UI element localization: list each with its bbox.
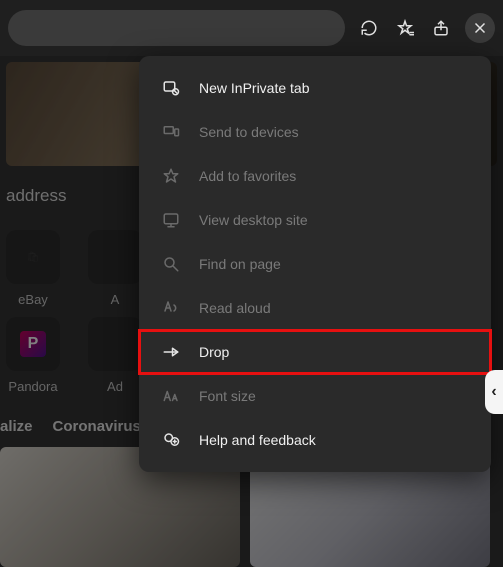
menu-item-label: View desktop site xyxy=(199,212,308,228)
favorites-list-icon[interactable] xyxy=(393,16,417,40)
drop-icon xyxy=(161,342,181,362)
menu-item-read-aloud: Read aloud xyxy=(139,286,491,330)
tile-pandora[interactable]: P Pandora xyxy=(6,317,60,394)
help-icon xyxy=(161,430,181,450)
menu-item-desktop-site: View desktop site xyxy=(139,198,491,242)
tile-label: Ad xyxy=(107,379,123,394)
add-fav-icon xyxy=(161,166,181,186)
menu-item-label: New InPrivate tab xyxy=(199,80,310,96)
refresh-icon[interactable] xyxy=(357,16,381,40)
menu-item-new-inprivate[interactable]: New InPrivate tab xyxy=(139,66,491,110)
menu-item-drop[interactable]: Drop xyxy=(139,330,491,374)
tile-label: eBay xyxy=(18,292,48,307)
address-bar[interactable] xyxy=(8,10,345,46)
desktop-site-icon xyxy=(161,210,181,230)
top-toolbar xyxy=(0,0,503,56)
font-size-icon xyxy=(161,386,181,406)
side-handle[interactable]: ‹ xyxy=(485,370,503,414)
read-aloud-icon xyxy=(161,298,181,318)
tile-label: A xyxy=(111,292,120,307)
menu-item-label: Send to devices xyxy=(199,124,299,140)
menu-item-send-devices: Send to devices xyxy=(139,110,491,154)
share-icon[interactable] xyxy=(429,16,453,40)
menu-item-label: Add to favorites xyxy=(199,168,296,184)
tile-ebay[interactable]: 🛍 eBay xyxy=(6,230,60,307)
overflow-menu: New InPrivate tab Send to devices Add to f… xyxy=(139,56,491,472)
menu-item-label: Read aloud xyxy=(199,300,271,316)
tile-generic2[interactable]: Ad xyxy=(88,317,142,394)
find-page-icon xyxy=(161,254,181,274)
menu-item-font-size: Font size xyxy=(139,374,491,418)
topic-item[interactable]: Coronavirus xyxy=(53,418,141,435)
tile-label: Pandora xyxy=(8,379,57,394)
menu-item-label: Find on page xyxy=(199,256,281,272)
menu-item-label: Font size xyxy=(199,388,256,404)
tile-generic[interactable]: A xyxy=(88,230,142,307)
close-icon[interactable] xyxy=(465,13,495,43)
menu-item-help[interactable]: Help and feedback xyxy=(139,418,491,462)
pandora-icon: P xyxy=(20,331,46,357)
new-inprivate-icon xyxy=(161,78,181,98)
menu-item-add-fav: Add to favorites xyxy=(139,154,491,198)
menu-item-find-page: Find on page xyxy=(139,242,491,286)
menu-item-label: Help and feedback xyxy=(199,432,316,448)
send-devices-icon xyxy=(161,122,181,142)
topic-item[interactable]: alize xyxy=(0,418,33,435)
ebay-icon: 🛍 xyxy=(27,252,40,263)
menu-item-label: Drop xyxy=(199,344,229,360)
